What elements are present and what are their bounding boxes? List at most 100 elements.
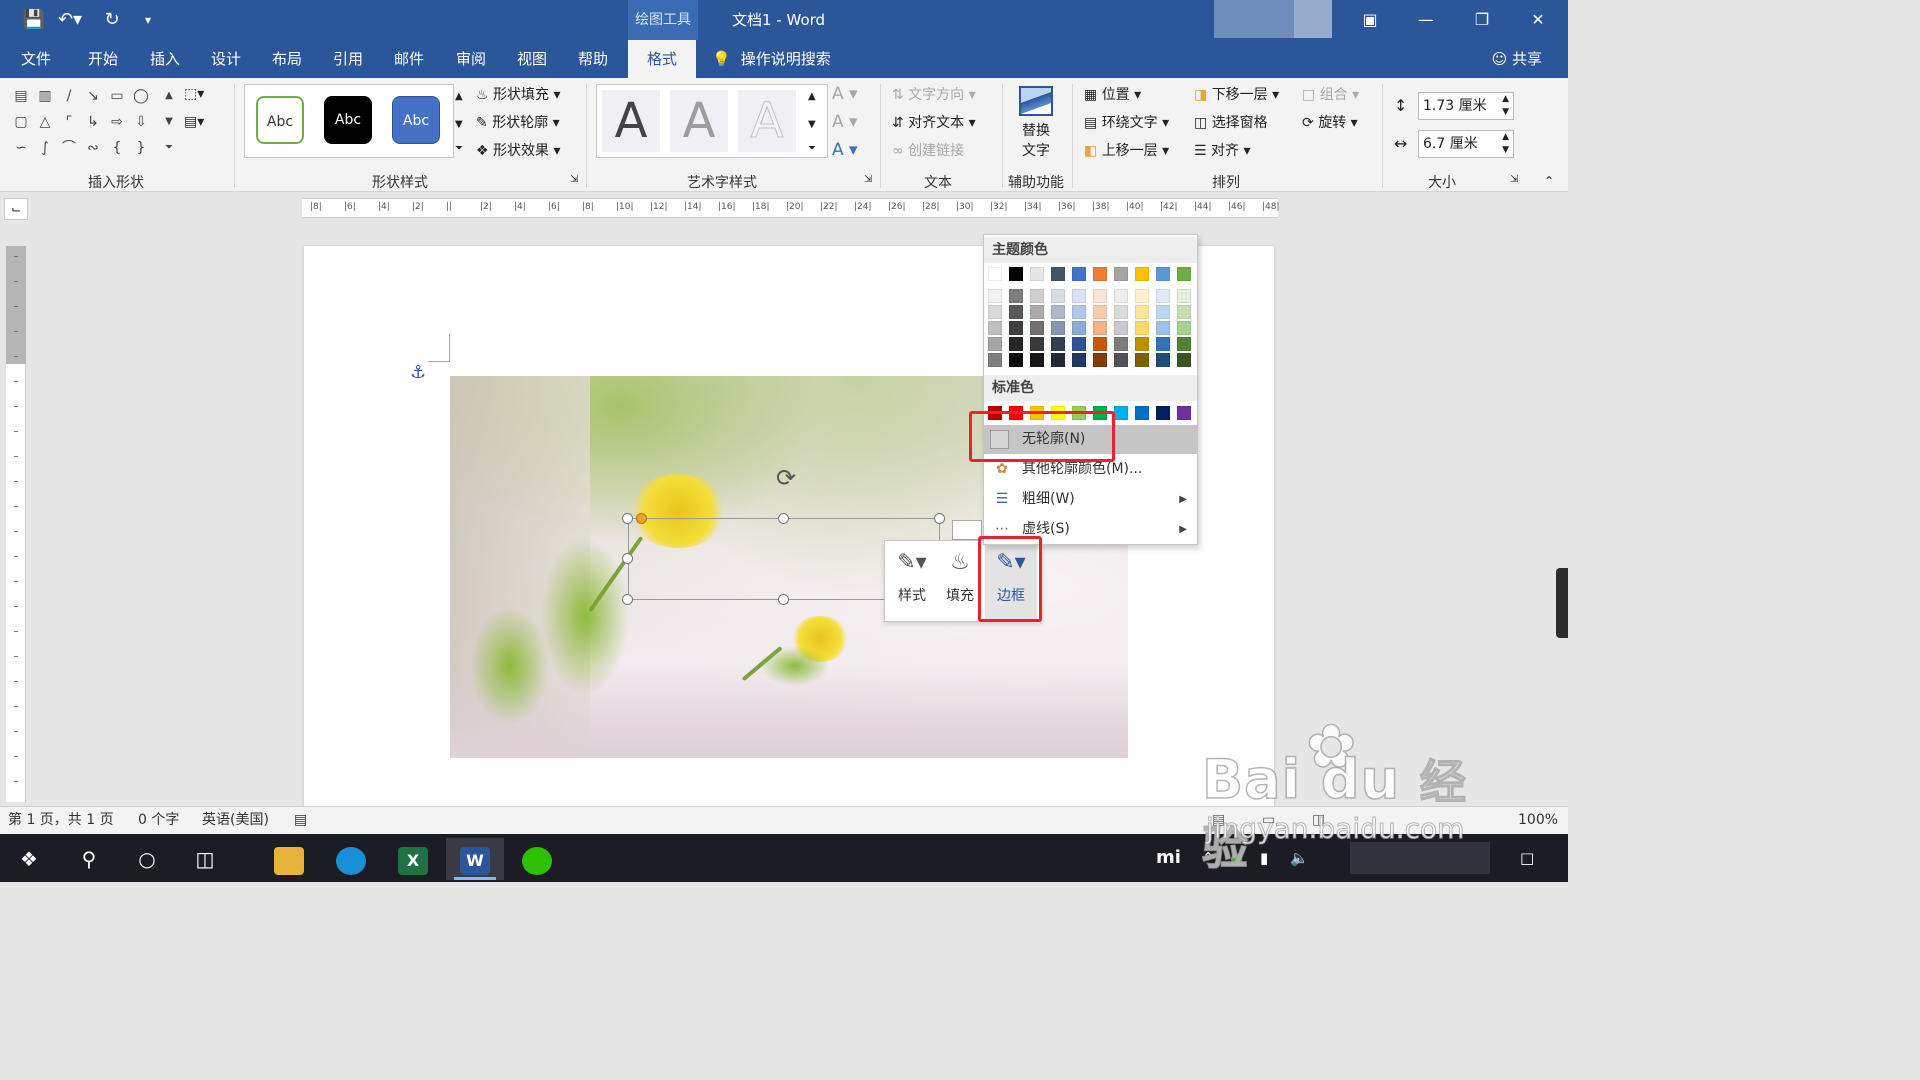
- theme-shade-swatch[interactable]: [1072, 337, 1086, 351]
- wordart-preset-dark[interactable]: A: [602, 90, 660, 152]
- theme-color-swatch[interactable]: [1093, 267, 1107, 281]
- macro-record-icon[interactable]: ▤: [294, 807, 307, 834]
- tray-expand-icon[interactable]: ⌃: [1202, 834, 1215, 882]
- tab-view[interactable]: 视图: [507, 40, 557, 78]
- standard-color-swatch[interactable]: [1156, 406, 1170, 420]
- theme-shade-swatch[interactable]: [1030, 321, 1044, 335]
- windows-start-icon[interactable]: ❖: [0, 838, 58, 880]
- text-outline-icon[interactable]: A ▾: [832, 112, 858, 132]
- shape-styles-launcher-icon[interactable]: ⇲: [570, 174, 578, 185]
- scribble-shape-icon[interactable]: ∫: [36, 140, 54, 156]
- theme-shade-swatch[interactable]: [1156, 305, 1170, 319]
- tab-insert[interactable]: 插入: [140, 40, 190, 78]
- theme-shade-swatch[interactable]: [1009, 337, 1023, 351]
- left-brace-shape-icon[interactable]: {: [108, 140, 126, 156]
- theme-shade-swatch[interactable]: [1093, 305, 1107, 319]
- theme-shade-swatch[interactable]: [1009, 289, 1023, 303]
- search-icon[interactable]: ⚲: [60, 838, 118, 880]
- ribbon-display-options-icon[interactable]: ▣: [1342, 0, 1398, 40]
- theme-shade-swatch[interactable]: [1156, 321, 1170, 335]
- wechat-app-icon[interactable]: [508, 838, 566, 880]
- customize-quick-access-icon[interactable]: ▾: [134, 8, 162, 32]
- shape-effects-button[interactable]: ❖ 形状效果 ▾: [476, 140, 561, 160]
- theme-shade-swatch[interactable]: [1135, 289, 1149, 303]
- theme-color-swatch[interactable]: [1135, 267, 1149, 281]
- group-button[interactable]: □ 组合 ▾: [1302, 84, 1359, 104]
- align-button[interactable]: ☰ 对齐 ▾: [1194, 140, 1251, 160]
- alt-text-button[interactable]: 替换 文字: [1012, 84, 1060, 166]
- mini-style-button[interactable]: ✎▾ 样式: [889, 541, 935, 621]
- theme-shade-swatch[interactable]: [1156, 353, 1170, 367]
- tell-me-search[interactable]: 💡 操作说明搜索: [712, 40, 852, 78]
- vertical-text-box-shape-icon[interactable]: ▥: [36, 88, 54, 104]
- wordart-gallery-down-icon[interactable]: ▼: [808, 114, 816, 136]
- close-icon[interactable]: ✕: [1510, 0, 1566, 40]
- theme-color-swatch[interactable]: [1114, 267, 1128, 281]
- theme-shade-swatch[interactable]: [1114, 289, 1128, 303]
- file-explorer-icon[interactable]: [260, 838, 318, 880]
- resize-handle-bottom-left[interactable]: [622, 594, 633, 605]
- theme-color-swatch[interactable]: [1009, 267, 1023, 281]
- theme-shade-swatch[interactable]: [1072, 353, 1086, 367]
- cortana-icon[interactable]: ○: [118, 838, 176, 880]
- wrap-text-button[interactable]: ▤ 环绕文字 ▾: [1084, 112, 1169, 132]
- triangle-shape-icon[interactable]: △: [36, 114, 54, 130]
- height-spinner-icon[interactable]: ▲ ▼: [1502, 93, 1509, 119]
- shape-height-input[interactable]: 1.73 厘米 ▲ ▼: [1418, 92, 1514, 120]
- word-app-icon[interactable]: W: [446, 838, 504, 880]
- theme-shade-swatch[interactable]: [988, 353, 1002, 367]
- rotate-button[interactable]: ⟳ 旋转 ▾: [1302, 112, 1358, 132]
- volume-icon[interactable]: 🔈: [1290, 834, 1309, 882]
- tab-layout[interactable]: 布局: [262, 40, 312, 78]
- theme-shade-swatch[interactable]: [1051, 305, 1065, 319]
- text-direction-button[interactable]: ⇅ 文字方向 ▾: [892, 84, 976, 104]
- position-button[interactable]: ▦ 位置 ▾: [1084, 84, 1141, 104]
- adjust-handle[interactable]: [636, 513, 647, 524]
- theme-shade-swatch[interactable]: [988, 337, 1002, 351]
- text-fill-icon[interactable]: A ▾: [832, 84, 858, 104]
- send-backward-button[interactable]: ◨ 下移一层 ▾: [1194, 84, 1279, 104]
- resize-handle-top[interactable]: [778, 513, 789, 524]
- shape-outline-button[interactable]: ✎ 形状轮廓 ▾: [476, 112, 560, 132]
- right-brace-shape-icon[interactable]: }: [132, 140, 150, 156]
- undo-icon[interactable]: ↶▾: [56, 8, 84, 32]
- elbow-connector-shape-icon[interactable]: ⌜: [60, 114, 78, 130]
- resize-handle-top-left[interactable]: [622, 513, 633, 524]
- scrollbar-indicator[interactable]: [1556, 568, 1568, 638]
- theme-shade-swatch[interactable]: [1135, 353, 1149, 367]
- theme-shade-swatch[interactable]: [1114, 353, 1128, 367]
- theme-shade-swatch[interactable]: [988, 305, 1002, 319]
- standard-color-swatch[interactable]: [1177, 406, 1191, 420]
- horizontal-ruler[interactable]: |8| |6| |4| |2| || |2| |4| |6| |8| |10| |12| |14| |1…: [302, 198, 1280, 218]
- shape-style-preset-blue[interactable]: Abc: [392, 96, 440, 144]
- edit-shape-icon[interactable]: ⬚▾: [184, 86, 204, 102]
- size-launcher-icon[interactable]: ⇲: [1510, 174, 1518, 185]
- shape-width-input[interactable]: 6.7 厘米 ▲ ▼: [1418, 130, 1514, 158]
- restore-icon[interactable]: ❐: [1454, 0, 1510, 40]
- theme-shade-swatch[interactable]: [1030, 289, 1044, 303]
- theme-shade-swatch[interactable]: [1051, 337, 1065, 351]
- blurred-clock[interactable]: [1350, 842, 1490, 874]
- theme-shade-swatch[interactable]: [1009, 321, 1023, 335]
- theme-shade-swatch[interactable]: [1114, 305, 1128, 319]
- battery-icon[interactable]: ▮: [1260, 834, 1268, 882]
- gallery-more-icon[interactable]: ⏷: [160, 140, 178, 156]
- theme-shade-swatch[interactable]: [1072, 321, 1086, 335]
- print-layout-icon[interactable]: ▭: [1262, 807, 1275, 834]
- resize-handle-left[interactable]: [622, 553, 633, 564]
- word-count-status[interactable]: 0 个字: [138, 807, 179, 834]
- freeform-shape-icon[interactable]: ∽: [12, 140, 30, 156]
- theme-shade-swatch[interactable]: [1177, 289, 1191, 303]
- zoom-level[interactable]: 100%: [1518, 807, 1558, 834]
- theme-shade-swatch[interactable]: [1135, 337, 1149, 351]
- vertical-ruler[interactable]: [6, 246, 26, 802]
- theme-shade-swatch[interactable]: [1009, 305, 1023, 319]
- mi-brand-icon[interactable]: mi: [1156, 834, 1181, 882]
- shape-fill-button[interactable]: ♨ 形状填充 ▾: [476, 84, 561, 104]
- theme-shade-swatch[interactable]: [1177, 321, 1191, 335]
- theme-shade-swatch[interactable]: [1009, 353, 1023, 367]
- theme-shade-swatch[interactable]: [1051, 353, 1065, 367]
- gallery-up-icon[interactable]: ▲: [160, 88, 178, 104]
- shape-style-preset-black[interactable]: Abc: [324, 96, 372, 144]
- theme-shade-swatch[interactable]: [1114, 321, 1128, 335]
